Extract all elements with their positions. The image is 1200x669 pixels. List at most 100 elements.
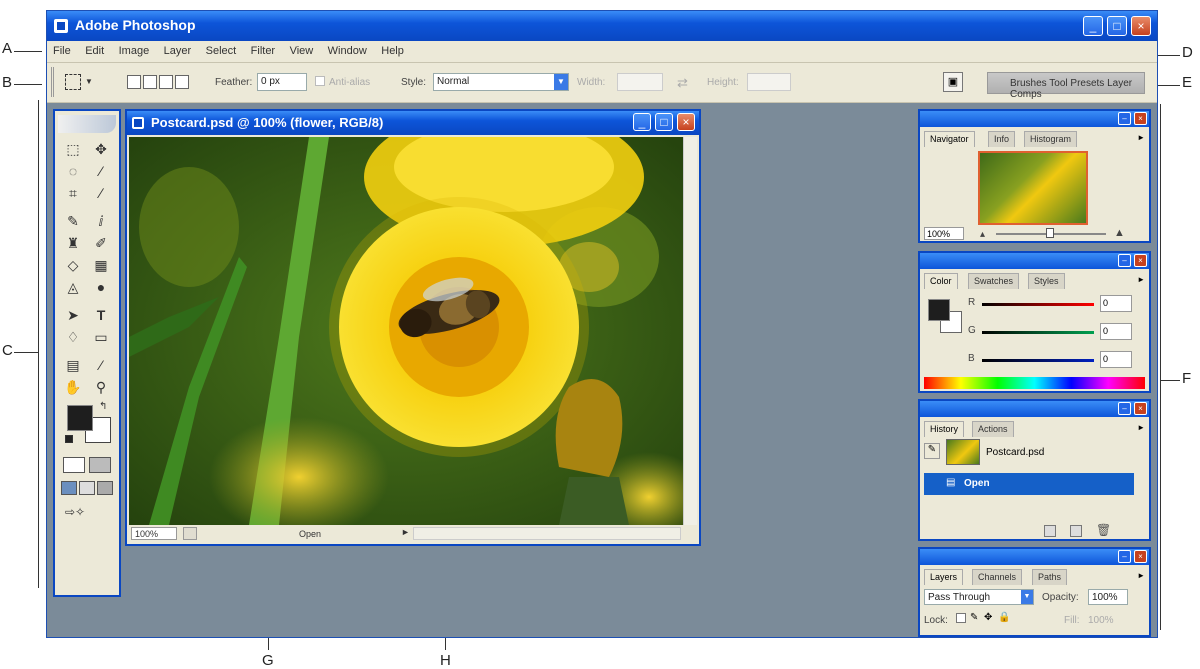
color-close-button[interactable]: × <box>1134 254 1147 267</box>
gradient-tool-icon[interactable]: ▦ <box>89 255 113 275</box>
screen-mode-full-icon[interactable] <box>97 481 113 495</box>
subtract-selection-icon[interactable] <box>159 75 173 89</box>
red-value-field[interactable]: 0 <box>1100 295 1132 312</box>
tab-swatches[interactable]: Swatches <box>968 273 1020 289</box>
menu-image[interactable]: Image <box>113 41 154 57</box>
tab-actions[interactable]: Actions <box>972 421 1014 437</box>
history-brush-tool-icon[interactable]: ✐ <box>89 233 113 253</box>
history-close-button[interactable]: × <box>1134 402 1147 415</box>
minimize-button[interactable]: _ <box>1083 16 1103 36</box>
zoom-in-icon[interactable]: ▲ <box>1114 227 1125 239</box>
chevron-down-icon[interactable]: ▼ <box>85 77 93 86</box>
chevron-down-icon[interactable]: ▼ <box>1021 590 1033 604</box>
menu-layer[interactable]: Layer <box>158 41 196 57</box>
foreground-color-swatch[interactable] <box>67 405 93 431</box>
green-value-field[interactable]: 0 <box>1100 323 1132 340</box>
trash-icon[interactable]: 🗑 <box>1096 523 1111 537</box>
notes-tool-icon[interactable]: ▤ <box>61 355 85 375</box>
tab-navigator[interactable]: Navigator <box>924 131 975 147</box>
doc-minimize-button[interactable]: _ <box>633 113 651 131</box>
color-foreground-swatch[interactable] <box>928 299 950 321</box>
brush-tool-icon[interactable]: ⅈ <box>89 211 113 231</box>
doc-close-button[interactable]: × <box>677 113 695 131</box>
tab-paths[interactable]: Paths <box>1032 569 1068 585</box>
tab-info[interactable]: Info <box>988 131 1016 147</box>
snapshot-thumbnail[interactable] <box>946 439 980 465</box>
lock-transparent-icon[interactable] <box>956 613 966 623</box>
file-browser-icon[interactable]: ▣ <box>943 72 963 92</box>
menu-help[interactable]: Help <box>375 41 408 57</box>
antialias-checkbox[interactable] <box>315 76 325 86</box>
close-button[interactable]: × <box>1131 16 1151 36</box>
default-colors-icon[interactable] <box>65 435 73 443</box>
jump-to-imageready-icon[interactable]: ⇨✧ <box>65 505 109 521</box>
color-ramp[interactable] <box>924 377 1145 389</box>
menu-filter[interactable]: Filter <box>245 41 279 57</box>
vertical-scrollbar[interactable] <box>683 137 697 525</box>
lock-image-icon[interactable]: ✎ <box>970 612 978 623</box>
image-canvas[interactable] <box>129 137 685 525</box>
menu-edit[interactable]: Edit <box>79 41 108 57</box>
palette-menu-icon[interactable]: ► <box>1137 133 1145 142</box>
palette-well[interactable]: Brushes Tool Presets Layer Comps <box>987 72 1145 100</box>
feather-logo-icon[interactable] <box>58 115 116 133</box>
shape-tool-icon[interactable]: ▭ <box>89 327 113 347</box>
navigator-close-button[interactable]: × <box>1134 112 1147 125</box>
blue-value-field[interactable]: 0 <box>1100 351 1132 368</box>
menu-select[interactable]: Select <box>200 41 241 57</box>
history-brush-source-icon[interactable]: ✎ <box>924 443 940 459</box>
tab-histogram[interactable]: Histogram <box>1024 131 1078 147</box>
zoom-tool-icon[interactable]: ⚲ <box>89 377 113 397</box>
dodge-tool-icon[interactable]: ● <box>89 277 113 297</box>
blur-tool-icon[interactable]: ◬ <box>61 277 85 297</box>
layers-close-button[interactable]: × <box>1134 550 1147 563</box>
marquee-tool-icon[interactable]: ⬚ <box>61 139 85 159</box>
swap-icon[interactable]: ⇄ <box>677 75 688 91</box>
tab-color[interactable]: Color <box>924 273 958 289</box>
history-step-row[interactable]: ▤ Open <box>924 473 1134 495</box>
standard-mode-icon[interactable] <box>63 457 85 473</box>
feather-field[interactable]: 0 px <box>257 73 307 91</box>
crop-tool-icon[interactable]: ⌗ <box>61 183 85 203</box>
blend-mode-select[interactable]: Pass Through ▼ <box>924 589 1034 605</box>
red-slider[interactable] <box>982 303 1094 306</box>
tab-history[interactable]: History <box>924 421 965 437</box>
tab-layers[interactable]: Layers <box>924 569 964 585</box>
status-menu-arrow-icon[interactable]: ► <box>401 527 410 537</box>
height-field[interactable] <box>747 73 791 91</box>
new-selection-icon[interactable] <box>127 75 141 89</box>
eyedropper-tool-icon[interactable]: ⁄ <box>89 355 113 375</box>
new-document-from-state-icon[interactable] <box>1044 525 1056 537</box>
swap-colors-icon[interactable]: ↰ <box>99 401 107 412</box>
tab-styles[interactable]: Styles <box>1028 273 1065 289</box>
opacity-field[interactable]: 100% <box>1088 589 1128 605</box>
navigator-thumbnail[interactable] <box>978 151 1088 225</box>
green-slider[interactable] <box>982 331 1094 334</box>
palette-menu-icon[interactable]: ► <box>1137 571 1145 580</box>
chevron-down-icon[interactable]: ▼ <box>554 74 568 90</box>
pen-tool-icon[interactable]: ♢ <box>61 327 85 347</box>
palette-menu-icon[interactable]: ► <box>1137 275 1145 284</box>
doc-maximize-button[interactable]: □ <box>655 113 673 131</box>
style-select[interactable]: Normal ▼ <box>433 73 569 91</box>
type-tool-icon[interactable]: T <box>89 305 113 325</box>
move-tool-icon[interactable]: ✥ <box>89 139 113 159</box>
horizontal-scrollbar[interactable] <box>413 527 681 540</box>
palette-menu-icon[interactable]: ► <box>1137 423 1145 432</box>
zoom-slider-handle[interactable] <box>1046 228 1054 238</box>
status-icon[interactable] <box>183 527 197 540</box>
healing-brush-tool-icon[interactable]: ✎ <box>61 211 85 231</box>
lock-position-icon[interactable]: ✥ <box>984 612 992 623</box>
magic-wand-tool-icon[interactable]: ⁄ <box>89 161 113 181</box>
layers-minimize-button[interactable]: – <box>1118 550 1131 563</box>
marquee-tool-preset-icon[interactable] <box>65 74 81 90</box>
eraser-tool-icon[interactable]: ◇ <box>61 255 85 275</box>
navigator-minimize-button[interactable]: – <box>1118 112 1131 125</box>
screen-mode-standard-icon[interactable] <box>61 481 77 495</box>
maximize-button[interactable]: □ <box>1107 16 1127 36</box>
fill-value[interactable]: 100% <box>1088 615 1114 626</box>
menu-file[interactable]: File <box>47 41 75 57</box>
intersect-selection-icon[interactable] <box>175 75 189 89</box>
menu-view[interactable]: View <box>284 41 318 57</box>
slice-tool-icon[interactable]: ∕ <box>89 183 113 203</box>
